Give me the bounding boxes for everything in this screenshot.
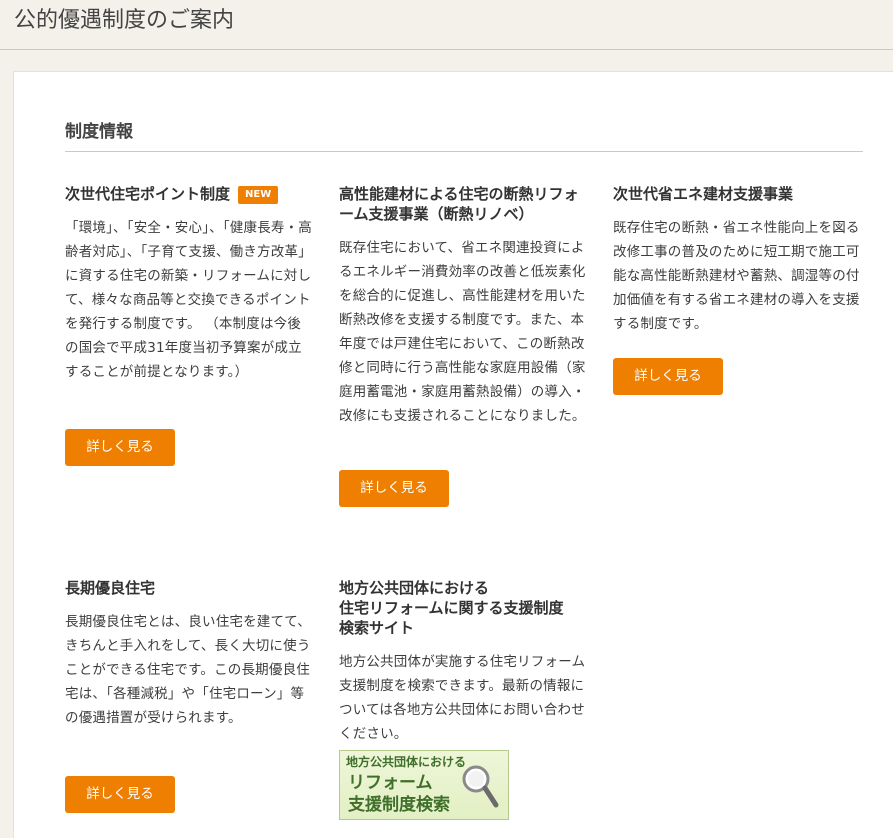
details-button-long-life-housing[interactable]: 詳しく見る xyxy=(65,776,175,813)
magnifier-icon xyxy=(462,765,499,808)
card-body: 「環境」、「安全・安心」、「健康長寿・高齢者対応」、「子育て支援、働き方改革」に… xyxy=(65,220,312,380)
banner-caption: 地方公共団体における xyxy=(346,755,467,769)
card-energy-saving-materials: 次世代省エネ建材支援事業 既存住宅の断熱・省エネ性能向上を図る改修工事の普及のた… xyxy=(613,184,861,336)
card-title-text: 次世代住宅ポイント制度 xyxy=(65,185,231,203)
section-divider xyxy=(65,151,863,152)
details-button-energy-saving-materials[interactable]: 詳しく見る xyxy=(613,358,723,395)
support-search-banner-link[interactable]: 地方公共団体における リフォーム 支援制度検索 xyxy=(339,750,509,820)
card-body: 既存住宅において、省エネ関連投資によるエネルギー消費効率の改善と低炭素化を総合的… xyxy=(339,240,586,424)
new-badge: NEW xyxy=(238,186,279,204)
card-title: 高性能建材による住宅の断熱リフォーム支援事業（断熱リノベ） xyxy=(339,185,579,223)
card-title: 地方公共団体における 住宅リフォームに関する支援制度 検索サイト xyxy=(339,578,587,638)
banner-title-line: リフォーム xyxy=(348,773,433,793)
section-heading: 制度情報 xyxy=(65,122,133,142)
card-title-line: 検索サイト xyxy=(339,619,415,637)
card-local-government-search: 地方公共団体における 住宅リフォームに関する支援制度 検索サイト 地方公共団体が… xyxy=(339,578,587,746)
card-title: 次世代省エネ建材支援事業 xyxy=(613,185,794,203)
card-insulation-renovation: 高性能建材による住宅の断熱リフォーム支援事業（断熱リノベ） 既存住宅において、省… xyxy=(339,184,587,428)
banner-title-line: 支援制度検索 xyxy=(348,795,450,815)
card-title-line: 住宅リフォームに関する支援制度 xyxy=(339,599,564,617)
card-next-gen-housing-points: 次世代住宅ポイント制度 NEW 「環境」、「安全・安心」、「健康長寿・高齢者対応」… xyxy=(65,184,313,384)
title-divider xyxy=(0,49,893,50)
card-title-line: 地方公共団体における xyxy=(339,579,490,597)
page-title: 公的優遇制度のご案内 xyxy=(14,8,235,33)
card-title: 次世代住宅ポイント制度 NEW xyxy=(65,184,313,204)
card-body: 地方公共団体が実施する住宅リフォーム支援制度を検索できます。最新の情報については… xyxy=(339,654,586,742)
card-long-life-quality-housing: 長期優良住宅 長期優良住宅とは、良い住宅を建てて、きちんと手入れをして、長く大切… xyxy=(65,578,313,730)
content-panel: 制度情報 次世代住宅ポイント制度 NEW 「環境」、「安全・安心」、「健康長寿・高… xyxy=(13,71,893,838)
card-body: 既存住宅の断熱・省エネ性能向上を図る改修工事の普及のために短工期で施工可能な高性… xyxy=(613,220,860,332)
details-button-housing-points[interactable]: 詳しく見る xyxy=(65,429,175,466)
details-button-insulation-renovation[interactable]: 詳しく見る xyxy=(339,470,449,507)
card-title: 長期優良住宅 xyxy=(65,579,156,597)
card-body: 長期優良住宅とは、良い住宅を建てて、きちんと手入れをして、長く大切に使うことがで… xyxy=(65,614,311,726)
